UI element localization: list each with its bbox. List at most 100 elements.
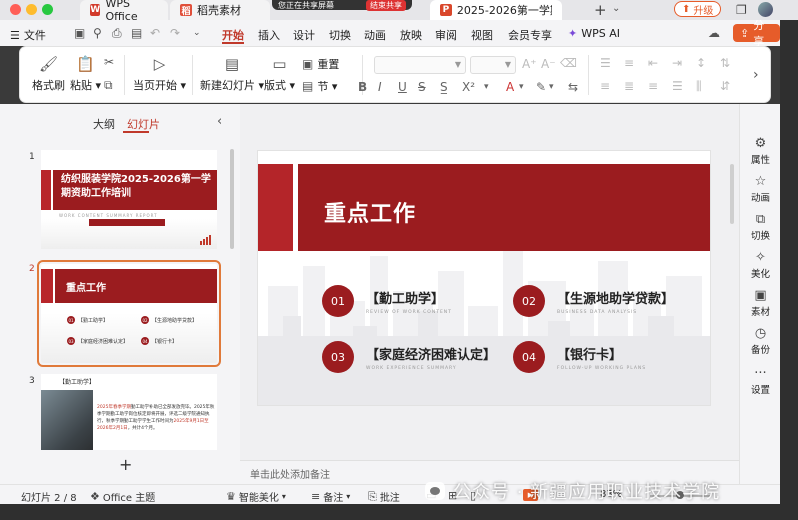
play-circle-icon: ▷ (153, 55, 166, 73)
copy-icon[interactable]: ⧉ (104, 78, 113, 93)
reset-button[interactable]: ▣ 重置 (302, 56, 339, 72)
italic-icon[interactable]: I (378, 80, 382, 94)
tab-docer-materials[interactable]: 稻 稻壳素材 (170, 0, 270, 20)
maximize-window-button[interactable] (42, 4, 53, 15)
save-icon[interactable]: ▣ (74, 26, 85, 40)
menu-home[interactable]: 开始 (222, 27, 244, 43)
bullet-list-icon[interactable]: ☰ (600, 56, 611, 70)
menu-view[interactable]: 视图 (471, 27, 493, 43)
theme-button[interactable]: ❖ Office 主题 (90, 489, 155, 504)
slide-thumbnail-1[interactable]: 纺织服装学院2025-2026第一学期资助工作培训 WORK CONTENT S… (41, 150, 217, 249)
chevron-down-icon[interactable]: ▾ (519, 82, 524, 92)
smart-beautify-button[interactable]: ♛ 智能美化 ▾ (226, 489, 286, 504)
pane-beautify[interactable]: ✧ 美化 (740, 250, 781, 280)
minimize-window-button[interactable] (26, 4, 37, 15)
file-menu[interactable]: ☰ 文件 (10, 27, 46, 43)
close-window-button[interactable] (10, 4, 21, 15)
slide-thumbnail-2[interactable]: 重点工作 01 【勤工助学】 02 【生源地助学贷款】 03 【家庭经济困难认定】 0… (37, 260, 221, 367)
canvas-scrollbar[interactable] (730, 164, 734, 224)
share-link-icon[interactable]: ⚲ (93, 26, 102, 40)
panel-scrollbar[interactable] (230, 149, 234, 249)
print-icon[interactable]: ⎙ (112, 26, 122, 41)
undo-icon[interactable]: ↶ (150, 26, 160, 40)
pane-backup[interactable]: ◷ 备份 (740, 326, 781, 356)
font-size-select[interactable]: ▼ (470, 56, 516, 74)
slide-thumbnail-3[interactable]: 【勤工助学】 2025年春季学期勤工助学补助已全部发放完毕。2025年秋季学期勤… (41, 374, 217, 450)
menu-design[interactable]: 设计 (293, 27, 315, 43)
tab-outline[interactable]: 大纲 (93, 116, 115, 132)
chevron-down-icon[interactable]: ⌄ (612, 3, 620, 14)
upgrade-button[interactable]: ⬆ 升级 (674, 1, 722, 17)
tab-wps-office[interactable]: W WPS Office (80, 0, 168, 23)
add-slide-icon[interactable]: + (119, 455, 132, 474)
highlight-icon[interactable]: ✎ (536, 80, 546, 94)
decrease-font-icon[interactable]: A⁻ (541, 57, 556, 71)
text-direction-icon[interactable]: ⇵ (720, 79, 730, 93)
align-right-icon[interactable]: ≡ (648, 79, 658, 93)
menu-insert[interactable]: 插入 (258, 27, 280, 43)
indent-increase-icon[interactable]: ⇥ (672, 56, 682, 70)
chevron-down-icon[interactable]: ▾ (549, 82, 554, 92)
format-painter-button[interactable]: 🖌 格式刷 (32, 55, 65, 93)
comments-button[interactable]: ⎘ 批注 (368, 489, 400, 505)
pane-materials[interactable]: ▣ 素材 (740, 288, 781, 318)
indent-decrease-icon[interactable]: ⇤ (648, 56, 658, 70)
stop-share-button[interactable]: 结束共享 (366, 0, 406, 11)
menu-transitions[interactable]: 切换 (329, 27, 351, 43)
window-tile-icon[interactable]: ❐ (736, 3, 747, 17)
chevron-down-icon[interactable]: ⌄ (193, 28, 201, 38)
section-button[interactable]: ▤ 节 ▾ (302, 78, 337, 94)
collapse-panel-icon[interactable]: ‹ (217, 114, 222, 129)
play-from-current-button[interactable]: ▷ 当页开始 ▾ (133, 55, 186, 93)
ribbon-more-icon[interactable]: › (753, 67, 759, 83)
menu-member[interactable]: 会员专享 (508, 27, 552, 43)
new-tab-icon[interactable]: + (594, 1, 607, 19)
text-shadow-icon[interactable]: S̲ (440, 80, 448, 94)
tab-presentation[interactable]: P 2025-2026第一学期资 (430, 0, 562, 20)
layout-button[interactable]: ▭ 版式 ▾ (264, 55, 295, 93)
sort-icon[interactable]: ⇅ (720, 56, 730, 70)
notes-toggle-button[interactable]: ≡ 备注 ▾ (311, 489, 350, 504)
wps-ai-button[interactable]: ✦ WPS AI (568, 27, 620, 40)
new-slide-button[interactable]: ▤ 新建幻灯片 ▾ (200, 55, 264, 93)
paste-button[interactable]: 📋 粘贴 ▾ (70, 55, 101, 93)
font-color-icon[interactable]: A (506, 80, 514, 94)
align-center-icon[interactable]: ≣ (624, 79, 634, 93)
distribute-icon[interactable]: ⫼ (696, 79, 702, 94)
tab-slides[interactable]: 幻灯片 (127, 116, 160, 132)
slide-item-4[interactable]: 04 【银行卡】 FOLLOW-UP WORKING PLANS (513, 341, 646, 373)
numbered-list-icon[interactable]: ≡ (624, 56, 634, 70)
slide-item-3[interactable]: 03 【家庭经济困难认定】 WORK EXPERIENCE SUMMARY (322, 341, 496, 373)
cloud-sync-icon[interactable]: ☁ (708, 26, 720, 40)
strikethrough-icon[interactable]: S (418, 80, 426, 94)
cut-icon[interactable]: ✂ (104, 55, 114, 69)
chevron-down-icon[interactable]: ▾ (484, 82, 489, 92)
line-spacing-icon[interactable]: ↕ (696, 56, 706, 70)
avatar[interactable] (758, 2, 773, 17)
clear-format-icon[interactable]: ⌫ (560, 56, 577, 70)
menu-animations[interactable]: 动画 (364, 27, 386, 43)
font-family-select[interactable]: ▼ (374, 56, 466, 74)
slide-item-1[interactable]: 01 【勤工助学】 REVIEW OF WORK CONTENT (322, 285, 452, 317)
increase-font-icon[interactable]: A⁺ (522, 57, 537, 71)
current-slide[interactable]: 重点工作 01 【勤工助学】 REVIEW OF WORK CONTENT 02… (258, 151, 710, 405)
underline-icon[interactable]: U (398, 80, 407, 94)
print-preview-icon[interactable]: ▤ (131, 26, 142, 40)
slide-item-2[interactable]: 02 【生源地助学贷款】 BUSINESS DATA ANALYSIS (513, 285, 674, 317)
menu-slideshow[interactable]: 放映 (400, 27, 422, 43)
pane-properties[interactable]: ⚙ 属性 (740, 136, 781, 166)
align-left-icon[interactable]: ≡ (600, 79, 610, 93)
menu-icon: ☰ (10, 28, 20, 42)
redo-icon[interactable]: ↷ (170, 26, 180, 40)
menu-review[interactable]: 审阅 (435, 27, 457, 43)
pane-settings[interactable]: ··· 设置 (740, 366, 781, 396)
superscript-icon[interactable]: X² (462, 80, 475, 94)
bold-icon[interactable]: B (358, 80, 367, 94)
char-spacing-icon[interactable]: ⇆ (568, 80, 578, 94)
share-button[interactable]: ⇪ 分享 (733, 19, 780, 48)
item-number-badge: 01 (322, 285, 354, 317)
slide-title[interactable]: 重点工作 (324, 196, 416, 228)
justify-icon[interactable]: ☰ (672, 79, 683, 93)
pane-transition[interactable]: ⧉ 切换 (740, 212, 781, 242)
pane-animation[interactable]: ☆ 动画 (740, 174, 781, 204)
